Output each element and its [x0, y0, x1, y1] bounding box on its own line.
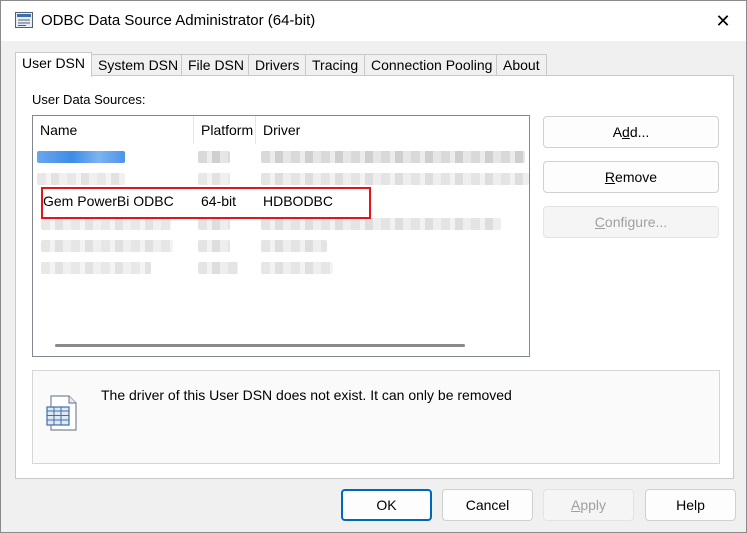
ok-button[interactable]: OK — [341, 489, 432, 521]
tab-about[interactable]: About — [496, 54, 547, 76]
odbc-admin-window: ODBC Data Source Administrator (64-bit) … — [0, 0, 747, 533]
redacted-platform — [198, 173, 230, 185]
redacted-name — [41, 262, 151, 274]
column-header-name[interactable]: Name — [33, 116, 194, 144]
tab-user-dsn[interactable]: User DSN — [15, 52, 93, 77]
list-header: Name Platform Driver — [33, 116, 529, 144]
data-table-icon — [46, 395, 77, 431]
redacted-driver — [261, 240, 327, 252]
dsn-driver: HDBODBC — [263, 193, 334, 209]
cancel-button[interactable]: Cancel — [442, 489, 533, 521]
apply-button-label: Apply — [570, 497, 607, 513]
odbc-app-icon — [15, 12, 33, 28]
help-button[interactable]: Help — [645, 489, 736, 521]
list-item[interactable] — [33, 235, 529, 255]
list-item[interactable] — [33, 168, 529, 188]
redacted-driver — [261, 151, 525, 163]
user-data-sources-label: User Data Sources: — [32, 92, 146, 107]
tab-connection-pooling[interactable]: Connection Pooling — [364, 54, 500, 76]
driver-info-box: The driver of this User DSN does not exi… — [32, 370, 720, 464]
redacted-name — [37, 151, 125, 163]
configure-button-label: Configure... — [594, 214, 668, 230]
window-title: ODBC Data Source Administrator (64-bit) — [41, 12, 316, 29]
redacted-platform — [198, 262, 238, 274]
redacted-driver — [261, 262, 333, 274]
user-data-sources-list[interactable]: Name Platform Driver Gem PowerBi ODBC 64… — [32, 115, 530, 357]
redacted-name — [41, 240, 173, 252]
close-button[interactable]: ✕ — [700, 1, 746, 41]
add-button[interactable]: Add... — [543, 116, 719, 148]
column-header-driver[interactable]: Driver — [256, 116, 529, 144]
apply-button[interactable]: Apply — [543, 489, 634, 521]
list-item-gem-powerbi-odbc[interactable]: Gem PowerBi ODBC 64-bit HDBODBC — [33, 191, 529, 211]
list-item[interactable] — [33, 146, 529, 166]
tab-file-dsn[interactable]: File DSN — [181, 54, 252, 76]
user-dsn-panel: User Data Sources: Name Platform Driver … — [15, 75, 734, 479]
list-item[interactable] — [33, 257, 529, 277]
redacted-driver — [261, 173, 529, 185]
remove-button-label: Remove — [604, 169, 658, 185]
redacted-platform — [198, 240, 230, 252]
configure-button[interactable]: Configure... — [543, 206, 719, 238]
dsn-platform: 64-bit — [201, 193, 237, 209]
close-icon: ✕ — [715, 11, 731, 31]
title-bar: ODBC Data Source Administrator (64-bit) … — [1, 1, 746, 41]
tab-tracing[interactable]: Tracing — [305, 54, 366, 76]
horizontal-scrollbar[interactable] — [55, 344, 465, 347]
redacted-platform — [198, 218, 230, 230]
redacted-name — [37, 173, 125, 185]
remove-button[interactable]: Remove — [543, 161, 719, 193]
redacted-name — [41, 218, 171, 230]
add-button-label: Add... — [612, 124, 650, 140]
dsn-name: Gem PowerBi ODBC — [43, 193, 174, 209]
tab-drivers[interactable]: Drivers — [248, 54, 307, 76]
redacted-driver — [261, 218, 501, 230]
redacted-platform — [198, 151, 230, 163]
column-header-platform[interactable]: Platform — [194, 116, 256, 144]
driver-missing-message: The driver of this User DSN does not exi… — [101, 387, 512, 403]
tab-system-dsn[interactable]: System DSN — [91, 54, 186, 76]
list-item[interactable] — [33, 213, 529, 233]
